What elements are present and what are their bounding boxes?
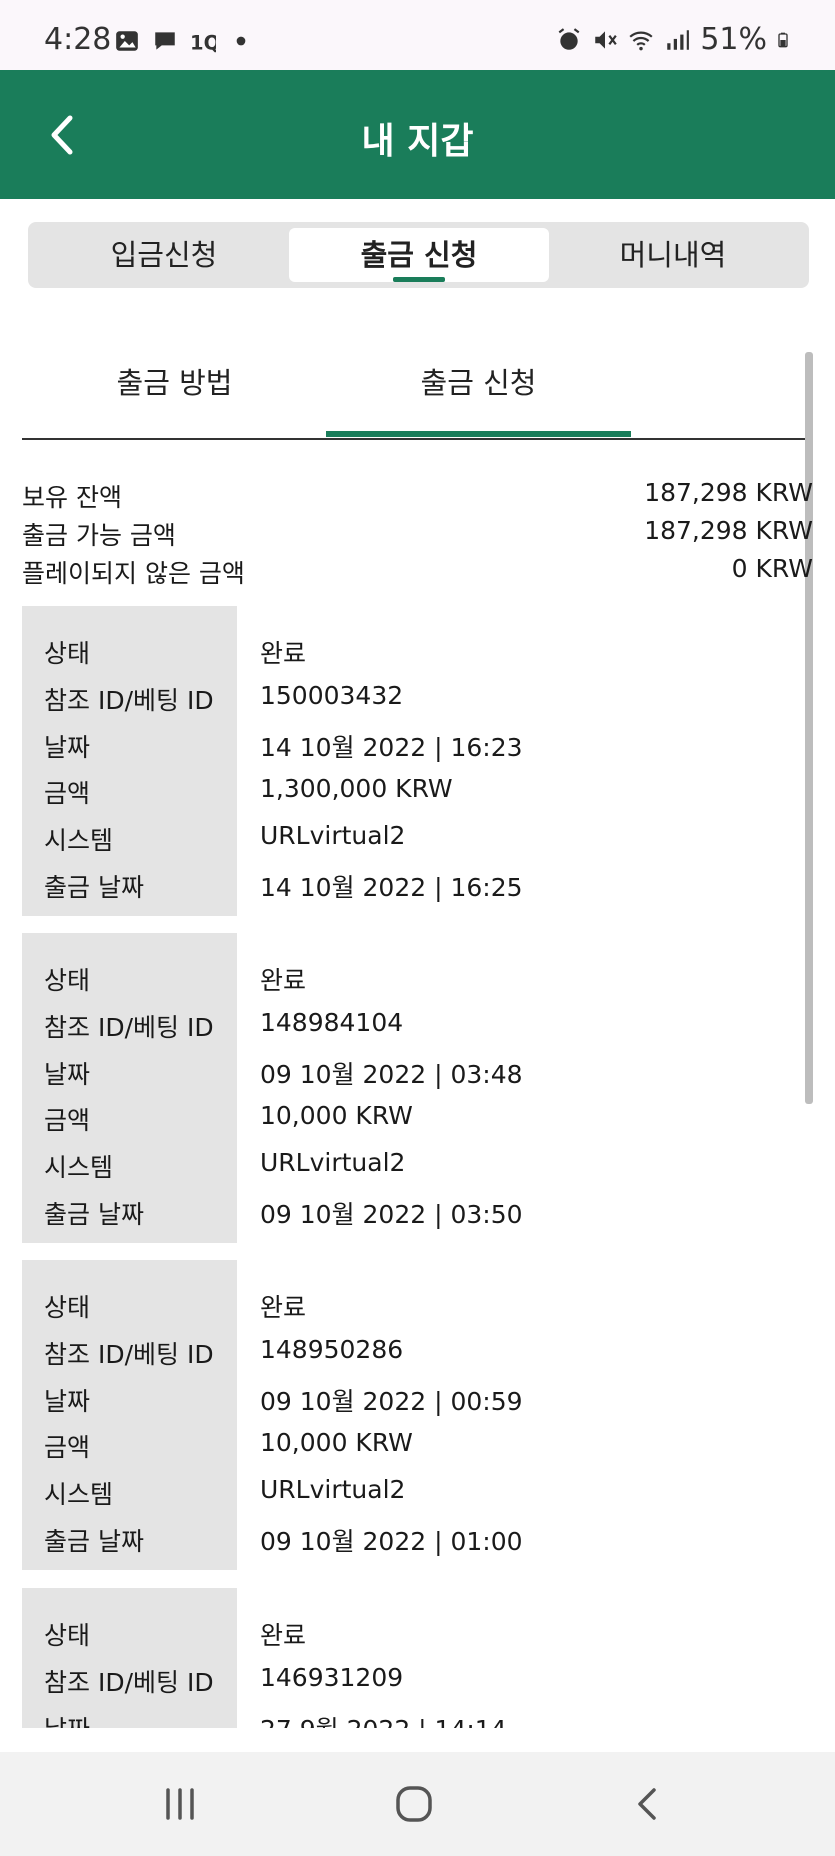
field-label-status: 상태 <box>44 1621 91 1650</box>
balance-label: 출금 가능 금액 <box>22 521 176 550</box>
balance-row-unplayed: 플레이되지 않은 금액 0 KRW <box>22 554 813 592</box>
field-value-status: 완료 <box>260 1293 307 1322</box>
tab-withdraw-method[interactable]: 출금 방법 <box>22 360 327 402</box>
status-left-icons: 1Q <box>114 28 254 54</box>
field-label-system: 시스템 <box>44 826 114 855</box>
message-icon <box>155 32 175 50</box>
field-value-ref-id: 150003432 <box>260 681 404 710</box>
balance-row-withdrawable: 출금 가능 금액 187,298 KRW <box>22 516 813 554</box>
field-label-ref-id: 참조 ID/베팅 ID <box>44 686 214 715</box>
field-label-amount: 금액 <box>44 1433 91 1462</box>
withdraw-record-card: 상태 완료 참조 ID/베팅 ID 150003432 날짜 14 10월 20… <box>22 606 813 916</box>
card-label-column <box>22 1588 237 1728</box>
field-label-withdraw-date: 출금 날짜 <box>44 1200 144 1229</box>
status-bar: 4:28 1Q 51% <box>0 0 835 70</box>
balance-value: 0 KRW <box>731 554 813 583</box>
field-value-amount: 10,000 KRW <box>260 1101 413 1130</box>
app-1q-icon: 1Q <box>190 32 216 54</box>
field-label-status: 상태 <box>44 966 91 995</box>
alarm-icon <box>558 27 580 50</box>
segment-money-history[interactable]: 머니내역 <box>543 228 803 282</box>
tab-withdraw-request[interactable]: 출금 신청 <box>326 360 631 402</box>
withdraw-record-card: 상태 완료 참조 ID/베팅 ID 146931209 날짜 27 9월 202… <box>22 1588 813 1728</box>
dot-icon <box>236 36 246 46</box>
field-value-status: 완료 <box>260 639 307 668</box>
subtab-active-indicator <box>326 431 631 437</box>
segment-withdraw-request[interactable]: 출금 신청 <box>289 228 549 282</box>
field-label-ref-id: 참조 ID/베팅 ID <box>44 1013 214 1042</box>
balance-value: 187,298 KRW <box>644 516 813 545</box>
field-label-amount: 금액 <box>44 1106 91 1135</box>
field-value-system: URLvirtual2 <box>260 1475 406 1504</box>
field-value-amount: 1,300,000 KRW <box>260 774 453 803</box>
field-value-system: URLvirtual2 <box>260 821 406 850</box>
field-label-date: 날짜 <box>44 1387 91 1416</box>
field-value-withdraw-date: 14 10월 2022 | 16:25 <box>260 873 523 902</box>
field-value-withdraw-date: 09 10월 2022 | 03:50 <box>260 1200 523 1229</box>
withdraw-record-card: 상태 완료 참조 ID/베팅 ID 148984104 날짜 09 10월 20… <box>22 933 813 1243</box>
status-right-icons: 51% <box>556 22 793 57</box>
back-icon[interactable] <box>626 1782 670 1826</box>
signal-icon <box>667 29 690 50</box>
field-label-ref-id: 참조 ID/베팅 ID <box>44 1668 214 1697</box>
battery-percent: 51% <box>700 22 767 57</box>
segment-active-indicator <box>393 277 445 282</box>
field-label-withdraw-date: 출금 날짜 <box>44 1527 144 1556</box>
balance-value: 187,298 KRW <box>644 478 813 507</box>
field-value-date: 09 10월 2022 | 00:59 <box>260 1387 523 1416</box>
field-value-withdraw-date: 09 10월 2022 | 01:00 <box>260 1527 523 1556</box>
field-value-ref-id: 148984104 <box>260 1008 404 1037</box>
field-value-status: 완료 <box>260 1621 307 1650</box>
system-nav-bar <box>0 1752 835 1856</box>
field-label-amount: 금액 <box>44 779 91 808</box>
field-value-ref-id: 148950286 <box>260 1335 404 1364</box>
field-label-status: 상태 <box>44 639 91 668</box>
field-label-date: 날짜 <box>44 733 91 762</box>
gallery-icon <box>116 31 138 51</box>
battery-icon <box>778 32 788 47</box>
field-value-status: 완료 <box>260 966 307 995</box>
field-label-date: 날짜 <box>44 1060 91 1089</box>
field-label-ref-id: 참조 ID/베팅 ID <box>44 1340 214 1369</box>
balance-label: 플레이되지 않은 금액 <box>22 559 245 588</box>
field-value-date: 14 10월 2022 | 16:23 <box>260 733 523 762</box>
field-value-date: 27 9월 2022 | 14:14 <box>260 1710 507 1728</box>
recent-apps-icon[interactable] <box>158 1782 202 1826</box>
home-icon[interactable] <box>392 1782 436 1826</box>
balance-label: 보유 잔액 <box>22 483 122 512</box>
segment-deposit-request[interactable]: 입금신청 <box>34 228 294 282</box>
field-value-amount: 10,000 KRW <box>260 1428 413 1457</box>
status-time: 4:28 <box>44 22 112 57</box>
segment-withdraw-label: 출금 신청 <box>360 238 478 272</box>
field-label-system: 시스템 <box>44 1153 114 1182</box>
page-title: 내 지갑 <box>361 121 474 162</box>
field-label-date: 날짜 <box>44 1710 90 1728</box>
withdraw-record-card: 상태 완료 참조 ID/베팅 ID 148950286 날짜 09 10월 20… <box>22 1260 813 1570</box>
mute-icon <box>595 30 618 49</box>
wifi-icon <box>629 31 653 50</box>
field-value-ref-id: 146931209 <box>260 1663 404 1692</box>
wallet-segment-tabs: 입금신청 출금 신청 머니내역 <box>28 222 809 288</box>
balance-row-held: 보유 잔액 187,298 KRW <box>22 478 813 516</box>
field-value-date: 09 10월 2022 | 03:48 <box>260 1060 523 1089</box>
field-label-withdraw-date: 출금 날짜 <box>44 873 144 902</box>
field-label-system: 시스템 <box>44 1480 114 1509</box>
svg-text:1Q: 1Q <box>190 32 216 54</box>
field-label-status: 상태 <box>44 1293 91 1322</box>
withdraw-subtabs: 출금 방법 출금 신청 <box>22 340 813 440</box>
field-value-system: URLvirtual2 <box>260 1148 406 1177</box>
app-header: 내 지갑 <box>0 70 835 199</box>
